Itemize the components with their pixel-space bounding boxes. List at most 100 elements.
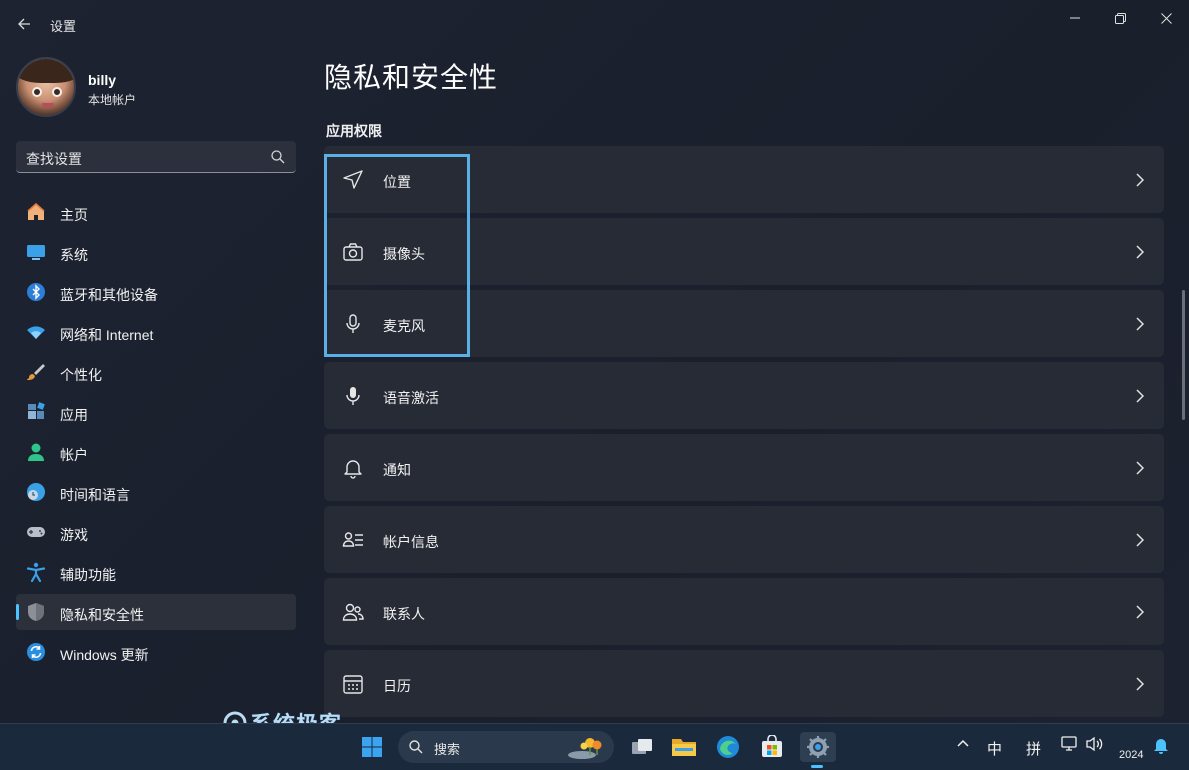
volume-icon [1086,736,1103,752]
sidebar-item-personalization[interactable]: 个性化 [16,354,296,390]
apps-icon [28,402,45,419]
back-button[interactable] [12,12,36,36]
sidebar-item-apps[interactable]: 应用 [16,394,296,430]
settings-icon [807,736,829,758]
sidebar-item-time-language[interactable]: 时间和语言 [16,474,296,510]
flowers-icon [568,738,602,759]
sidebar-item-label: 主页 [60,207,88,223]
restore-icon [1114,12,1126,24]
ime-language-indicator[interactable]: 中 [987,738,1002,759]
wifi-icon [27,326,45,339]
sidebar-item-network[interactable]: 网络和 Internet [16,314,296,350]
brush-icon [27,364,45,380]
active-app-indicator [811,765,823,768]
permission-label: 日历 [383,678,411,694]
permission-row-notifications[interactable]: 通知 [324,434,1164,501]
update-icon [27,643,45,661]
store-button[interactable] [757,732,787,762]
gamepad-icon [27,527,45,537]
network-status-button[interactable] [1061,736,1079,756]
search-icon [409,740,423,754]
edge-button[interactable] [713,732,743,762]
user-name: billy [88,72,117,88]
section-title: 应用权限 [326,123,382,139]
taskbar-search-text: 搜索 [434,742,461,757]
taskbar-search[interactable]: 搜索 [398,731,614,763]
sidebar-item-gaming[interactable]: 游戏 [16,514,296,550]
sidebar-item-label: 游戏 [60,527,88,543]
chevron-right-icon [1136,533,1145,547]
chevron-right-icon [1136,461,1145,475]
minimize-button[interactable] [1052,4,1098,32]
file-explorer-button[interactable] [669,732,699,762]
search-input[interactable]: 查找设置 [16,141,296,173]
search-placeholder: 查找设置 [26,151,82,167]
calendar-icon [343,675,363,694]
title-bar: 设置 [0,0,1189,48]
page-title: 隐私和安全性 [324,62,499,93]
permission-label: 位置 [383,174,411,190]
sidebar-item-privacy-security[interactable]: 隐私和安全性 [16,594,296,630]
monitor-icon [27,245,45,260]
chevron-right-icon [1136,173,1145,187]
restore-button[interactable] [1097,4,1143,32]
permission-row-contacts[interactable]: 联系人 [324,578,1164,645]
clock-year[interactable]: 2024 [1119,749,1143,761]
camera-icon [343,243,363,261]
chevron-right-icon [1136,245,1145,259]
contacts-icon [342,603,364,621]
sidebar-item-label: 时间和语言 [60,487,130,503]
minimize-icon [1070,17,1080,19]
permission-row-microphone[interactable]: 麦克风 [324,290,1164,357]
permission-row-account-info[interactable]: 帐户信息 [324,506,1164,573]
sidebar-item-label: 帐户 [60,447,88,463]
clock-globe-icon [27,483,45,501]
permission-row-voice-activation[interactable]: 语音激活 [324,362,1164,429]
sidebar-item-label: 辅助功能 [60,567,116,583]
accessibility-icon [26,562,46,582]
volume-button[interactable] [1085,736,1105,756]
start-button[interactable] [357,732,387,762]
sidebar-item-home[interactable]: 主页 [16,194,296,230]
permission-row-calendar[interactable]: 日历 [324,650,1164,717]
permission-label: 通知 [383,462,411,478]
location-icon [343,170,363,189]
sidebar-item-label: Windows 更新 [60,647,149,663]
person-icon [28,443,44,461]
scrollbar[interactable] [1182,290,1185,420]
shield-icon [28,603,44,621]
permission-row-location[interactable]: 位置 [324,146,1164,213]
notifications-button[interactable] [1153,737,1169,759]
permission-row-camera[interactable]: 摄像头 [324,218,1164,285]
sidebar-nav: 主页 系统 蓝牙和其他设备 网络和 Internet 个性化 应用 帐户 时间和… [16,194,296,674]
permission-label: 语音激活 [383,390,439,406]
ime-mode-indicator[interactable]: 拼 [1026,738,1041,759]
file-explorer-icon [672,739,696,756]
avatar [16,57,76,117]
settings-taskbar-button[interactable] [800,732,836,762]
network-icon [1061,736,1077,751]
start-icon [362,737,382,757]
user-profile[interactable]: billy 本地帐户 [16,57,296,117]
home-icon [27,202,45,220]
bluetooth-icon [27,283,45,301]
sidebar-item-bluetooth[interactable]: 蓝牙和其他设备 [16,274,296,310]
sidebar-item-label: 网络和 Internet [60,327,154,343]
arrow-left-icon [18,18,30,30]
permission-label: 摄像头 [383,246,425,262]
settings-window: 设置 billy 本地帐户 查找设置 主页 系统 蓝牙和其他设备 网络和 Int… [0,0,1189,723]
sidebar-item-accessibility[interactable]: 辅助功能 [16,554,296,590]
sidebar-item-label: 隐私和安全性 [60,607,144,623]
store-icon [762,735,782,757]
sidebar-item-windows-update[interactable]: Windows 更新 [16,634,296,670]
sidebar-item-accounts[interactable]: 帐户 [16,434,296,470]
close-button[interactable] [1143,4,1189,32]
sidebar-item-system[interactable]: 系统 [16,234,296,270]
sidebar-item-label: 应用 [60,407,88,423]
task-view-icon [632,739,652,754]
permission-label: 联系人 [383,606,425,622]
app-title: 设置 [50,19,77,34]
show-hidden-icons-button[interactable] [956,736,970,754]
task-view-button[interactable] [627,732,657,762]
chevron-right-icon [1136,677,1145,691]
